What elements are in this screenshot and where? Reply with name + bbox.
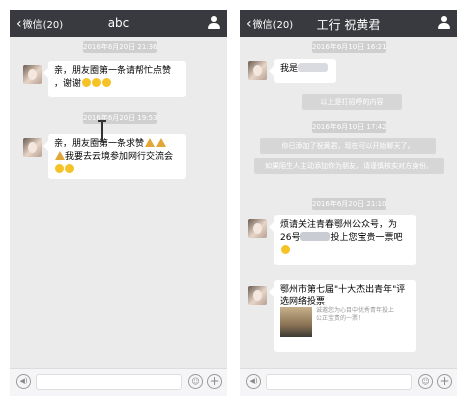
redacted-text — [298, 63, 329, 72]
smile-emoji-icon — [102, 78, 112, 87]
link-card[interactable]: 鄂州市第七届"十大杰出青年"评 选网络投票 诚邀您为心目中优秀青年投上公正宝贵的… — [269, 280, 416, 352]
plus-icon[interactable]: + — [437, 374, 452, 389]
timestamp: 2016年6月20日 21:36 — [83, 41, 158, 53]
message-input[interactable] — [266, 374, 412, 390]
avatar[interactable] — [23, 65, 42, 84]
message-text: 26号 — [280, 233, 301, 243]
emoji-icon[interactable]: ☺ — [418, 374, 433, 389]
avatar[interactable] — [248, 219, 267, 238]
chat-title: abc — [107, 16, 130, 30]
input-bar: ◀) ☺ + — [240, 368, 457, 396]
voice-icon[interactable]: ◀) — [246, 374, 261, 389]
link-description: 诚邀您为心目中优秀青年投上公正宝贵的一票！ — [316, 307, 395, 322]
message-text: 投上您宝贵一票吧 — [330, 233, 403, 243]
chat-window-contact: ‹ 微信(20) 工行 祝黄君 2016年6月10日 16:21 我是 以上是打… — [240, 10, 457, 396]
emoji-icon[interactable]: ☺ — [188, 374, 203, 389]
link-thumbnail — [280, 307, 312, 337]
smile-emoji-icon — [55, 164, 64, 173]
timestamp: 2016年6月20日 19:53 — [83, 112, 158, 124]
message-input[interactable] — [36, 374, 182, 390]
message-text: 烦请关注青春鄂州公众号，为 — [280, 220, 398, 230]
smile-emoji-icon — [65, 164, 74, 173]
title-bar: ‹ 微信(20) abc — [10, 10, 227, 37]
message-text: ，谢谢 — [54, 79, 82, 89]
system-notice: 你已添加了祝黄君，现在可以开始聊天了。 — [260, 138, 436, 154]
avatar[interactable] — [23, 138, 42, 157]
title-bar: ‹ 微信(20) 工行 祝黄君 — [240, 10, 457, 37]
message-bubble[interactable]: 亲，朋友圈第一条求赞 我要去云境参加网行交流会 — [43, 134, 186, 179]
chat-window-abc: ‹ 微信(20) abc 2016年6月20日 21:36 亲，朋友圈第一条请帮… — [10, 10, 227, 396]
message-bubble[interactable]: 亲，朋友圈第一条请帮忙点赞 ，谢谢 — [43, 61, 186, 97]
smile-emoji-icon — [92, 78, 102, 87]
system-notice: 以上是打招呼的内容 — [302, 94, 402, 110]
bow-emoji-icon — [55, 151, 65, 160]
message-bubble[interactable]: 烦请关注青春鄂州公众号，为 26号 投上您宝贵一票吧 — [269, 215, 416, 265]
input-bar: ◀) ☺ + — [10, 368, 227, 396]
timestamp: 2016年6月10日 16:21 — [312, 41, 387, 53]
text-cursor-icon — [98, 120, 106, 142]
plus-icon[interactable]: + — [207, 374, 222, 389]
message-text: 亲，朋友圈第一条请帮忙点赞 — [54, 66, 172, 76]
avatar[interactable] — [248, 61, 267, 80]
bow-emoji-icon — [156, 138, 167, 147]
link-title: 鄂州市第七届"十大杰出青年"评 — [280, 285, 406, 295]
system-notice: 如果陌生人主动添加你为朋友，请谨慎核实对方身份。 — [254, 158, 444, 174]
message-text: 我是 — [280, 64, 299, 74]
smile-emoji-icon — [281, 245, 290, 254]
timestamp: 2016年6月10日 17:42 — [312, 121, 387, 133]
profile-icon[interactable] — [438, 16, 450, 29]
message-text: 我要去云境参加网行交流会 — [65, 152, 174, 162]
bow-emoji-icon — [145, 138, 156, 147]
timestamp: 2016年6月20日 21:10 — [312, 198, 387, 210]
chat-title: 工行 祝黄君 — [316, 18, 381, 32]
redacted-text — [300, 232, 331, 241]
smile-emoji-icon — [82, 78, 92, 87]
avatar[interactable] — [248, 286, 267, 305]
voice-icon[interactable]: ◀) — [16, 374, 31, 389]
message-bubble[interactable]: 我是 — [269, 59, 336, 83]
profile-icon[interactable] — [208, 16, 220, 29]
